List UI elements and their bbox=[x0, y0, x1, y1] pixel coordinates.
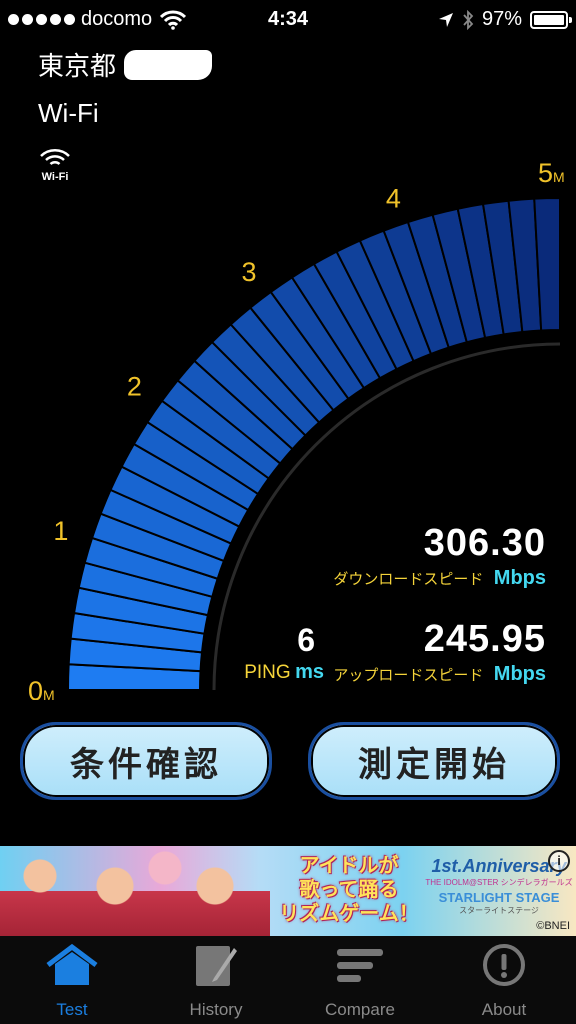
tab-label: History bbox=[189, 1000, 243, 1019]
start-test-button[interactable]: 測定開始 bbox=[308, 722, 560, 800]
conditions-button[interactable]: 条件確認 bbox=[20, 722, 272, 800]
upload-value: 245.95 bbox=[423, 618, 546, 660]
gauge-scale-label: 2 bbox=[127, 372, 142, 402]
tab-history[interactable]: History bbox=[144, 936, 288, 1024]
download-label: ダウンロードスピード bbox=[333, 571, 484, 588]
ping-reading: 6 PING ms bbox=[232, 622, 324, 684]
ad-catch-line: 歌って踊る bbox=[299, 879, 399, 901]
speed-gauge: 0M 1 2 3 4 5M bbox=[28, 158, 565, 700]
ad-banner[interactable]: アイドルが 歌って踊る リズムゲーム！ 1st.Anniversary THE … bbox=[0, 846, 576, 936]
upload-label: アップロードスピード bbox=[333, 667, 484, 684]
download-value: 306.30 bbox=[423, 522, 546, 564]
ad-catchphrase: アイドルが 歌って踊る リズムゲーム！ bbox=[278, 854, 420, 926]
home-icon bbox=[46, 943, 98, 985]
ad-stage: STARLIGHT STAGE bbox=[438, 890, 560, 905]
upload-unit: Mbps bbox=[493, 663, 546, 685]
ad-subtitle: THE IDOLM@STER シンデレラガールズ bbox=[425, 878, 573, 887]
ad-info-icon[interactable]: i bbox=[548, 850, 570, 872]
ad-characters-image bbox=[0, 846, 270, 936]
gauge-scale-label: 0M bbox=[28, 676, 55, 700]
gauge-scale-label: 1 bbox=[53, 516, 68, 546]
tab-label: Compare bbox=[325, 1000, 395, 1019]
tab-about[interactable]: About bbox=[432, 936, 576, 1024]
tab-compare[interactable]: Compare bbox=[288, 936, 432, 1024]
note-icon bbox=[196, 946, 237, 986]
ad-catch-line: リズムゲーム！ bbox=[279, 903, 419, 925]
download-reading: 306.30 ダウンロードスピード Mbps bbox=[333, 522, 546, 590]
ad-catch-line: アイドルが bbox=[299, 855, 399, 877]
gauge-scale-label: 3 bbox=[242, 257, 257, 287]
ping-unit: ms bbox=[295, 661, 324, 683]
ad-stage-kana: スターライトステージ bbox=[459, 906, 539, 915]
upload-reading: 245.95 アップロードスピード Mbps bbox=[333, 618, 546, 686]
tab-test[interactable]: Test bbox=[0, 936, 144, 1024]
tab-bar: Test History Compare About bbox=[0, 936, 576, 1024]
bars-icon bbox=[337, 949, 383, 982]
info-icon bbox=[483, 944, 525, 986]
ad-copyright: ©BNEI bbox=[536, 920, 570, 932]
tab-label: Test bbox=[56, 1000, 88, 1019]
gauge-scale-label: 4 bbox=[386, 183, 401, 213]
ping-value: 6 bbox=[297, 622, 316, 658]
gauge-scale-label: 5M bbox=[538, 158, 565, 188]
ping-label: PING bbox=[244, 662, 291, 683]
tab-label: About bbox=[481, 1000, 527, 1019]
download-unit: Mbps bbox=[493, 567, 546, 589]
